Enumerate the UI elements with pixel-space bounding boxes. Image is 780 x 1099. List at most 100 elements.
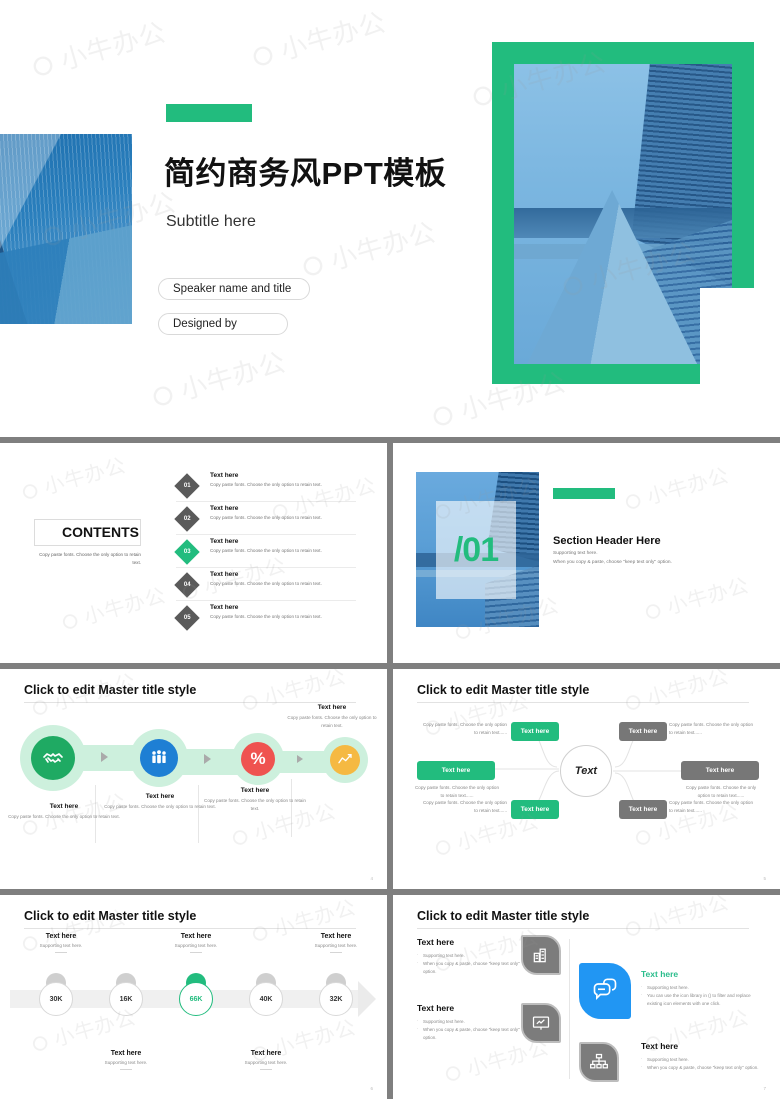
process-caption-heading: Text here bbox=[240, 787, 270, 794]
contents-item-diamond: 05 bbox=[174, 605, 200, 631]
timeline-caption-heading: Text here bbox=[110, 1050, 142, 1057]
iconlist-bullet: Supporting text here. bbox=[417, 1017, 527, 1026]
timeline-stop-4[interactable]: 40K bbox=[249, 982, 283, 1016]
section-number: /01 bbox=[453, 530, 499, 569]
iconlist-heading: Text here bbox=[417, 937, 455, 947]
timeline-title: Click to edit Master title style bbox=[24, 909, 197, 923]
iconlist-block-4[interactable]: Text here Supporting text here. When you… bbox=[641, 1041, 761, 1072]
mindmap-left-tag-2[interactable]: Text here bbox=[417, 761, 495, 780]
contents-item[interactable]: 02 Text here Copy paste fonts. Choose th… bbox=[174, 505, 356, 535]
cover-accent-bar bbox=[166, 104, 252, 122]
contents-item-number: 01 bbox=[183, 483, 191, 489]
section-accent-bar bbox=[553, 488, 615, 499]
section-photo: /01 bbox=[416, 472, 539, 627]
contents-item-body: Copy paste fonts. Choose the only option… bbox=[210, 614, 322, 619]
org-chart-icon bbox=[579, 1042, 619, 1082]
iconlist-bullet: When you copy & paste, choose "keep text… bbox=[417, 1025, 527, 1042]
timeline-arrow-icon bbox=[358, 981, 376, 1017]
people-group-icon bbox=[140, 739, 178, 777]
iconlist-title: Click to edit Master title style bbox=[417, 909, 590, 923]
iconlist-block-2[interactable]: Text here Supporting text here. When you… bbox=[417, 1003, 527, 1042]
process-node-3[interactable]: % bbox=[232, 733, 284, 785]
mindmap-right-tag-3[interactable]: Text here bbox=[619, 800, 667, 819]
process-caption-2: Text here Copy paste fonts. Choose the o… bbox=[104, 793, 216, 811]
mindmap-right-tag-2[interactable]: Text here bbox=[681, 761, 759, 780]
mindmap-left-tag-1[interactable]: Text here bbox=[511, 722, 559, 741]
timeline-caption-heading: Text here bbox=[45, 933, 77, 940]
timeline-stop-5[interactable]: 32K bbox=[319, 982, 353, 1016]
cover-designer-pill[interactable]: Designed by bbox=[158, 313, 288, 335]
contents-item[interactable]: 01 Text here Copy paste fonts. Choose th… bbox=[174, 472, 356, 502]
process-title: Click to edit Master title style bbox=[24, 683, 197, 697]
line-chart-icon bbox=[330, 745, 360, 775]
slide-section-header[interactable]: /01 Section Header Here Supporting text … bbox=[393, 443, 780, 663]
iconlist-heading: Text here bbox=[417, 1003, 455, 1013]
contents-item-body: Copy paste fonts. Choose the only option… bbox=[210, 515, 322, 520]
timeline-caption-support: Supporting text here. bbox=[174, 943, 218, 948]
timeline-caption-heading: Text here bbox=[180, 933, 212, 940]
process-caption-body: Copy paste fonts. Choose the only option… bbox=[204, 798, 306, 811]
slide-cover[interactable]: 简约商务风PPT模板 Subtitle here Speaker name an… bbox=[0, 0, 780, 437]
iconlist-block-1[interactable]: Text here Supporting text here. When you… bbox=[417, 937, 527, 976]
iconlist-block-3[interactable]: Text here Supporting text here. You can … bbox=[641, 969, 767, 1008]
process-caption-3: Text here Copy paste fonts. Choose the o… bbox=[202, 787, 308, 813]
contents-item[interactable]: 05 Text here Copy paste fonts. Choose th… bbox=[174, 604, 356, 634]
contents-item-number: 04 bbox=[183, 582, 191, 588]
handshake-icon bbox=[31, 736, 75, 780]
cover-left-photo bbox=[0, 134, 132, 324]
title-rule bbox=[24, 928, 356, 929]
mindmap-hub[interactable]: Text bbox=[560, 745, 612, 797]
slide-process[interactable]: Click to edit Master title style % Text … bbox=[0, 669, 387, 889]
contents-item-diamond: 04 bbox=[174, 572, 200, 598]
contents-item-number: 05 bbox=[183, 615, 191, 621]
chat-bubbles-icon bbox=[579, 963, 631, 1019]
cover-title: 简约商务风PPT模板 bbox=[164, 156, 447, 191]
process-caption-heading: Text here bbox=[145, 793, 175, 800]
iconlist-heading: Text here bbox=[641, 1041, 679, 1051]
contents-item[interactable]: 04 Text here Copy paste fonts. Choose th… bbox=[174, 571, 356, 601]
contents-item-heading: Text here bbox=[210, 571, 239, 578]
mindmap-left-tag-3[interactable]: Text here bbox=[511, 800, 559, 819]
buildings-icon bbox=[521, 935, 561, 975]
process-caption-body: Copy paste fonts. Choose the only option… bbox=[287, 715, 377, 728]
slide-timeline[interactable]: Click to edit Master title style 30K Tex… bbox=[0, 895, 387, 1099]
contents-heading: CONTENTS bbox=[62, 524, 139, 540]
slide-contents[interactable]: CONTENTS Copy paste fonts. Choose the on… bbox=[0, 443, 387, 663]
contents-item-number: 03 bbox=[183, 549, 191, 555]
timeline-stop-3[interactable]: 66K bbox=[179, 982, 213, 1016]
timeline-stop-1[interactable]: 30K bbox=[39, 982, 73, 1016]
timeline-caption-heading: Text here bbox=[250, 1050, 282, 1057]
contents-item[interactable]: 03 Text here Copy paste fonts. Choose th… bbox=[174, 538, 356, 568]
iconlist-bullet: When you copy & paste, choose "keep text… bbox=[641, 1063, 761, 1072]
process-node-4[interactable] bbox=[322, 737, 368, 783]
cover-speaker-pill[interactable]: Speaker name and title bbox=[158, 278, 310, 300]
slide-mindmap[interactable]: Click to edit Master title style Text Te… bbox=[393, 669, 780, 889]
contents-item-heading: Text here bbox=[210, 472, 239, 479]
section-number-card: /01 bbox=[436, 501, 516, 599]
column-divider bbox=[569, 939, 570, 1079]
cover-green-frame bbox=[492, 42, 754, 384]
contents-list: 01 Text here Copy paste fonts. Choose th… bbox=[174, 469, 356, 634]
slide-deck-preview: 简约商务风PPT模板 Subtitle here Speaker name an… bbox=[0, 0, 780, 1099]
timeline-caption-3: Text here Supporting text here. bbox=[148, 933, 244, 953]
process-node-2[interactable] bbox=[130, 729, 188, 787]
contents-item-heading: Text here bbox=[210, 505, 239, 512]
iconlist-page-number: 7 bbox=[763, 1086, 766, 1091]
timeline-caption-support: Supporting text here. bbox=[244, 1060, 288, 1065]
timeline-caption-4: Text here Supporting text here. bbox=[218, 1050, 314, 1070]
process-node-1[interactable] bbox=[20, 725, 86, 791]
contents-item-heading: Text here bbox=[210, 538, 239, 545]
contents-item-heading: Text here bbox=[210, 604, 239, 611]
contents-item-body: Copy paste fonts. Choose the only option… bbox=[210, 482, 322, 487]
process-page-number: 4 bbox=[370, 876, 373, 881]
iconlist-bullet: When you copy & paste, choose "keep text… bbox=[417, 959, 527, 976]
process-chain: % bbox=[8, 725, 380, 795]
contents-item-body: Copy paste fonts. Choose the only option… bbox=[210, 581, 322, 586]
section-heading: Section Header Here bbox=[553, 535, 661, 547]
process-caption-body: Copy paste fonts. Choose the only option… bbox=[8, 814, 120, 819]
mindmap-right-tag-1[interactable]: Text here bbox=[619, 722, 667, 741]
iconlist-bullet: Supporting text here. bbox=[417, 951, 527, 960]
slide-icon-list[interactable]: Click to edit Master title style Text he… bbox=[393, 895, 780, 1099]
timeline-caption-5: Text here Supporting text here. bbox=[288, 933, 384, 953]
timeline-stop-2[interactable]: 16K bbox=[109, 982, 143, 1016]
